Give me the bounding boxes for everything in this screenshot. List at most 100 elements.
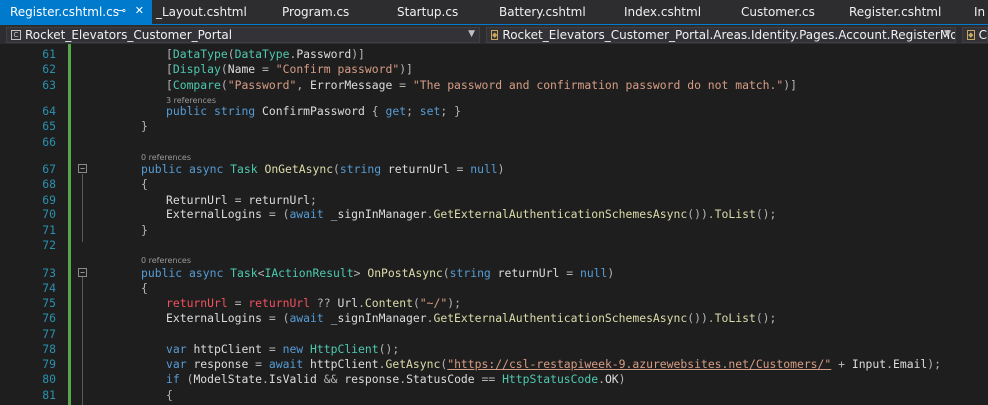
project-dropdown[interactable]: C Rocket_Elevators_Customer_Portal ▼ [6, 27, 480, 43]
code-line[interactable]: 76 ExternalLogins = (await _signInManager… [0, 310, 988, 326]
code-text: returnUrl = returnUrl ?? Url.Content("~/… [166, 295, 461, 311]
type-name: Rocket_Elevators_Customer_Portal.Areas.I… [502, 28, 956, 42]
code-token: ( [333, 162, 340, 176]
code-token: "~/" [419, 296, 448, 310]
code-token: IsValid [268, 372, 317, 386]
member-dropdown[interactable]: ◆ C [962, 27, 988, 43]
code-token: HttpStatusCode [502, 372, 599, 386]
code-token: StatusCode [406, 372, 475, 386]
code-line[interactable]: 66 [0, 134, 988, 150]
code-token: ); [447, 296, 461, 310]
tab-battery-cshtml[interactable]: Battery.cshtml [489, 0, 614, 24]
code-line[interactable]: 81 { [0, 387, 988, 403]
code-line[interactable]: 63 [Compare("Password", ErrorMessage = "T… [0, 77, 988, 93]
code-token: ExternalLogins [166, 311, 263, 325]
code-line[interactable]: 78 var httpClient = new HttpClient(); [0, 341, 988, 357]
code-token: . [598, 372, 605, 386]
collapse-icon[interactable]: − [78, 268, 87, 277]
code-token: OnPostAsync [367, 266, 443, 280]
code-token: . [358, 296, 365, 310]
line-number: 68 [42, 177, 56, 191]
code-line[interactable]: 68 { [0, 176, 988, 192]
code-token: (); [378, 342, 400, 356]
code-token: ReturnUrl [166, 193, 228, 207]
code-line[interactable]: 77 [0, 326, 988, 342]
line-number: 70 [42, 207, 56, 221]
code-line[interactable]: 73 − public async Task<IActionResult> OnPo… [0, 265, 988, 281]
code-line[interactable]: 80 if (ModelState.IsValid && response.Sta… [0, 371, 988, 387]
type-dropdown[interactable]: ◆ Rocket_Elevators_Customer_Portal.Areas… [486, 27, 956, 43]
line-number: 78 [42, 342, 56, 356]
code-token: response [193, 357, 249, 371]
code-text: var httpClient = new HttpClient(); [166, 341, 399, 357]
document-tab-strip: Register.cshtml.cs ⊸ ✕ _Layout.cshtml Pr… [0, 0, 988, 24]
code-token: httpClient [310, 357, 379, 371]
csharp-project-icon: C [11, 30, 21, 40]
code-text: [Compare("Password", ErrorMessage = "The… [166, 77, 797, 93]
code-line[interactable]: 70 ExternalLogins = (await _signInManager… [0, 206, 988, 222]
line-number: 74 [42, 281, 56, 295]
code-line[interactable]: 75 returnUrl = returnUrl ?? Url.Content("… [0, 295, 988, 311]
code-token: Input [851, 357, 887, 371]
code-token: Email [893, 357, 928, 371]
code-token: + [831, 357, 852, 371]
tab-index-cshtml[interactable]: Index.cshtml [614, 0, 731, 24]
code-token: _signInManager [330, 207, 427, 221]
tab-label: _Layout.cshtml [156, 5, 247, 19]
code-text: { [141, 280, 148, 296]
code-text: public async Task<IActionResult> OnPostA… [141, 265, 614, 281]
code-token: async [189, 266, 231, 280]
code-line[interactable]: 62 [Display(Name = "Confirm password")] [0, 61, 988, 77]
code-token: OK [604, 372, 619, 386]
code-token: ( [220, 78, 228, 92]
code-token: GetExternalAuthenticationSchemesAsync [433, 207, 688, 221]
tab-customer-cs[interactable]: Customer.cs [731, 0, 845, 24]
code-token[interactable]: "https://csl-restapiweek-9.azurewebsites… [447, 357, 831, 371]
tab-layout-cshtml[interactable]: _Layout.cshtml [152, 0, 280, 24]
code-token: ( [220, 62, 228, 76]
code-line[interactable]: 67 − public async Task OnGetAsync(string r… [0, 161, 988, 177]
code-token: ( [442, 266, 450, 280]
close-icon[interactable]: ✕ [135, 4, 144, 17]
code-line[interactable]: 79 var response = await httpClient. GetAsy… [0, 356, 988, 372]
code-token: OnGetAsync [264, 162, 334, 176]
code-line[interactable]: 74 { [0, 280, 988, 296]
code-token: ( [227, 47, 235, 61]
code-token: ConfirmPassword [262, 104, 365, 118]
code-line[interactable]: 64 public string ConfirmPassword { get; s… [0, 103, 988, 119]
code-line[interactable]: 61 [DataType(DataType.Password)] [0, 46, 988, 62]
code-token: public [141, 266, 190, 280]
code-token: = [449, 162, 471, 176]
tab-label: Program.cs [282, 5, 350, 19]
line-number: 73 [42, 266, 56, 280]
code-editor[interactable]: 3 references 0 references 0 references 6… [0, 44, 988, 405]
code-token: httpClient [193, 342, 263, 356]
code-text: { [141, 176, 148, 192]
code-token: DataType [234, 47, 290, 61]
code-token: ; } [440, 104, 461, 118]
tab-register-cshtml[interactable]: Register.cshtml [845, 0, 972, 24]
line-number: 64 [42, 104, 56, 118]
tab-register-cshtml-cs[interactable]: Register.cshtml.cs ⊸ ✕ [0, 0, 152, 24]
tab-label: Register.cshtml [849, 5, 942, 19]
code-token: returnUrl [166, 296, 228, 310]
code-text: public async Task OnGetAsync(string retu… [141, 161, 505, 177]
tab-label: In [974, 5, 986, 19]
code-line[interactable]: 72 [0, 237, 988, 253]
pin-icon[interactable]: ⊸ [117, 4, 126, 17]
code-token: string [449, 266, 498, 280]
tab-startup-cs[interactable]: Startup.cs [387, 0, 489, 24]
code-line[interactable]: 65} [0, 118, 988, 134]
code-line[interactable]: 71} [0, 222, 988, 238]
code-token: } [141, 119, 148, 133]
tab-overflow[interactable]: In [972, 0, 988, 24]
collapse-icon[interactable]: − [78, 164, 87, 173]
line-number: 75 [42, 296, 56, 310]
code-token: Url [337, 296, 359, 310]
code-token: returnUrl [497, 266, 560, 280]
line-number: 77 [42, 327, 56, 341]
code-token: ()). [687, 311, 715, 325]
tab-program-cs[interactable]: Program.cs [280, 0, 387, 24]
code-token: == [474, 372, 503, 386]
code-text: if (ModelState.IsValid && response.Statu… [166, 371, 626, 387]
